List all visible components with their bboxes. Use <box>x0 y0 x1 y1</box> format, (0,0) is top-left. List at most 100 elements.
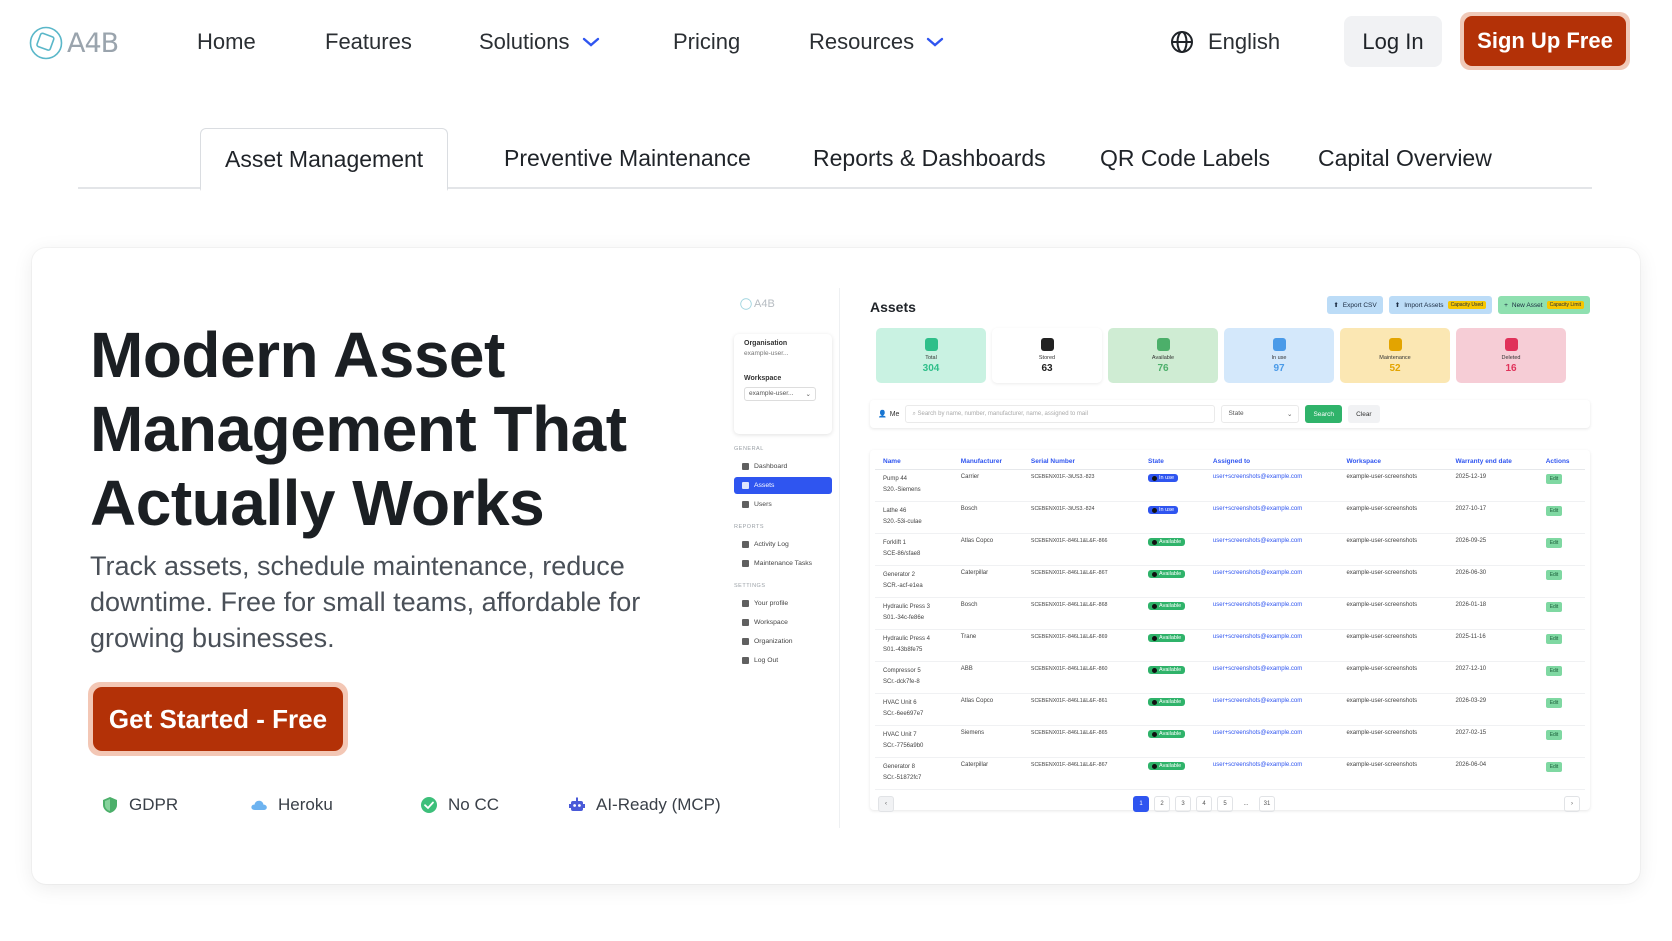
table-row[interactable]: HVAC Unit 7 SCr.-7756a9b0 Siemens SCEBENX01… <box>875 725 1585 758</box>
pager-page[interactable]: 3 <box>1175 796 1191 812</box>
table-row[interactable]: Hydraulic Press 3 S01.-34c-fe86e Bosch SCEB… <box>875 597 1585 630</box>
column-header[interactable]: Warranty end date <box>1447 450 1538 470</box>
column-header[interactable]: Assigned to <box>1204 450 1339 470</box>
cell-assigned[interactable]: user+screenshots@example.com <box>1204 597 1339 630</box>
logout-icon <box>742 657 749 664</box>
cell-assigned[interactable]: user+screenshots@example.com <box>1204 469 1339 502</box>
cell-serial: SCEBENX01F.-3iUS3.-824 <box>1022 501 1141 534</box>
tab-reports-dashboards[interactable]: Reports & Dashboards <box>813 128 1046 189</box>
stat-card[interactable]: Stored 63 <box>992 328 1102 383</box>
table-row[interactable]: Forklift 1 SCE-86/sfae8 Atlas Copco SCEBENX… <box>875 533 1585 566</box>
edit-button[interactable]: Edit <box>1545 570 1563 580</box>
cell-assigned[interactable]: user+screenshots@example.com <box>1204 533 1339 566</box>
sidebar-item-tasks[interactable]: Maintenance Tasks <box>734 555 832 572</box>
tab-qr-code-labels[interactable]: QR Code Labels <box>1100 128 1270 189</box>
me-toggle[interactable]: 👤 Me <box>878 410 899 419</box>
search-input[interactable]: ⌕ Search by name, number, manufacturer, … <box>905 405 1216 423</box>
cell-name: Hydraulic Press 3 S01.-34c-fe86e <box>875 597 953 630</box>
sidebar-item-dashboard[interactable]: Dashboard <box>734 458 832 475</box>
column-header[interactable]: Manufacturer <box>952 450 1023 470</box>
search-button[interactable]: Search <box>1305 405 1343 423</box>
edit-button[interactable]: Edit <box>1545 634 1563 644</box>
edit-button[interactable]: Edit <box>1545 506 1563 516</box>
table-row[interactable]: Compressor 5 SCr.-dck7fe-8 ABB SCEBENX01F.-… <box>875 661 1585 694</box>
state-dot <box>1152 603 1158 609</box>
table-row[interactable]: Pump 44 S20.-Siemens Carrier SCEBENX01F.-3i… <box>875 469 1585 502</box>
edit-button[interactable]: Edit <box>1545 698 1563 708</box>
pager-next[interactable]: › <box>1564 796 1580 812</box>
tab-preventive-maintenance[interactable]: Preventive Maintenance <box>504 128 751 189</box>
tab-capital-overview[interactable]: Capital Overview <box>1318 128 1492 189</box>
export-csv-button[interactable]: ⬆ Export CSV <box>1327 296 1383 314</box>
nav-solutions[interactable]: Solutions <box>479 29 600 55</box>
pager-page[interactable]: 5 <box>1217 796 1233 812</box>
chevron-down-icon: ⌄ <box>805 391 811 398</box>
nav-features[interactable]: Features <box>325 29 412 55</box>
stat-card[interactable]: Total 304 <box>876 328 986 383</box>
edit-button[interactable]: Edit <box>1545 730 1563 740</box>
brand-logo[interactable]: A4B <box>29 26 119 60</box>
column-header[interactable]: Name <box>875 450 953 470</box>
edit-button[interactable]: Edit <box>1545 602 1563 612</box>
edit-button[interactable]: Edit <box>1545 538 1563 548</box>
sidebar-item-workspace[interactable]: Workspace <box>734 614 832 631</box>
badge-label: AI-Ready (MCP) <box>596 795 721 814</box>
pager-page[interactable]: 2 <box>1154 796 1170 812</box>
cell-assigned[interactable]: user+screenshots@example.com <box>1204 629 1339 662</box>
sidebar-item-logout[interactable]: Log Out <box>734 652 832 669</box>
column-header[interactable]: State <box>1140 450 1205 470</box>
stat-card[interactable]: Maintenance 52 <box>1340 328 1450 383</box>
sidebar-item-activity[interactable]: Activity Log <box>734 536 832 553</box>
stat-card[interactable]: In use 97 <box>1224 328 1334 383</box>
nav-home[interactable]: Home <box>197 29 256 55</box>
workspace-select-value: example-user... <box>749 390 794 397</box>
cell-assigned[interactable]: user+screenshots@example.com <box>1204 725 1339 758</box>
cell-assigned[interactable]: user+screenshots@example.com <box>1204 757 1339 790</box>
clear-button[interactable]: Clear <box>1348 405 1380 423</box>
nav-resources[interactable]: Resources <box>809 29 944 55</box>
new-asset-button[interactable]: + New Asset Capacity Limit <box>1498 296 1590 314</box>
table-row[interactable]: Hydraulic Press 4 S01.-43b8fe75 Trane SCEBE… <box>875 629 1585 662</box>
cell-assigned[interactable]: user+screenshots@example.com <box>1204 693 1339 726</box>
sidebar-item-assets[interactable]: Assets <box>734 477 832 494</box>
cell-actions: Edit <box>1537 629 1585 662</box>
state-pill: Available <box>1148 634 1186 642</box>
state-text: Available <box>1159 571 1182 577</box>
sidebar-item-users[interactable]: Users <box>734 496 832 513</box>
state-dot <box>1152 539 1158 545</box>
cell-assigned[interactable]: user+screenshots@example.com <box>1204 501 1339 534</box>
cell-workspace: example-user-screenshots <box>1338 629 1448 662</box>
state-select[interactable]: State ⌄ <box>1221 405 1300 423</box>
stat-card[interactable]: Available 76 <box>1108 328 1218 383</box>
stat-card[interactable]: Deleted 16 <box>1456 328 1566 383</box>
signup-button[interactable]: Sign Up Free <box>1460 12 1630 70</box>
edit-button[interactable]: Edit <box>1545 474 1563 484</box>
workspace-select[interactable]: example-user... ⌄ <box>744 387 816 401</box>
column-header[interactable]: Actions <box>1537 450 1585 470</box>
tab-asset-management[interactable]: Asset Management <box>200 128 449 191</box>
get-started-button[interactable]: Get Started - Free <box>88 682 348 756</box>
login-button[interactable]: Log In <box>1344 16 1442 67</box>
table-row[interactable]: HVAC Unit 6 SCr.-6ee697e7 Atlas Copco SCEBE… <box>875 693 1585 726</box>
pager-page[interactable]: 31 <box>1259 796 1275 812</box>
state-pill: Available <box>1148 570 1186 578</box>
pager-prev[interactable]: ‹ <box>878 796 894 812</box>
stat-value: 76 <box>1157 362 1169 374</box>
cell-assigned[interactable]: user+screenshots@example.com <box>1204 565 1339 598</box>
table-row[interactable]: Lathe 46 S20.-53i-culae Bosch SCEBENX01F.-3… <box>875 501 1585 534</box>
pager-page[interactable]: 4 <box>1196 796 1212 812</box>
edit-button[interactable]: Edit <box>1545 666 1563 676</box>
column-header[interactable]: Workspace <box>1338 450 1448 470</box>
column-header[interactable]: Serial Number <box>1022 450 1141 470</box>
import-assets-button[interactable]: ⬆ Import Assets Capacity Used <box>1388 296 1493 314</box>
nav-pricing[interactable]: Pricing <box>673 29 740 55</box>
sidebar-item-profile[interactable]: Your profile <box>734 595 832 612</box>
edit-button[interactable]: Edit <box>1545 762 1563 772</box>
table-row[interactable]: Generator 2 SCR.-acf-e1ea Caterpillar SCEBE… <box>875 565 1585 598</box>
cell-assigned[interactable]: user+screenshots@example.com <box>1204 661 1339 694</box>
pager-page[interactable]: 1 <box>1133 796 1149 812</box>
sidebar-item-organization[interactable]: Organization <box>734 633 832 650</box>
signup-button-label: Sign Up Free <box>1464 16 1626 66</box>
table-row[interactable]: Generator 8 SCr.-51872fc7 Caterpillar SCEBE… <box>875 757 1585 790</box>
language-selector[interactable]: English <box>1170 29 1280 55</box>
